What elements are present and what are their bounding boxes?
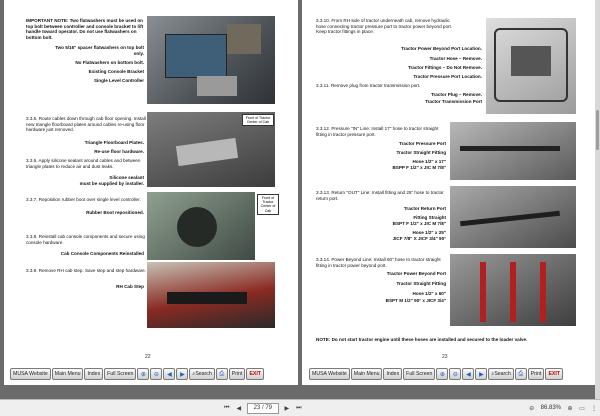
controller-photo xyxy=(147,16,275,104)
zoom-out-icon[interactable]: ⊖ xyxy=(449,368,462,380)
power-beyond-photo xyxy=(450,254,576,326)
document-page-22: IMPORTANT NOTE: Two flatwashers must be … xyxy=(4,0,298,385)
print-icon[interactable]: ⎙ xyxy=(215,368,228,380)
full-screen-button[interactable]: Full Screen xyxy=(403,368,436,380)
photo-label-center: Center of Cab xyxy=(246,120,270,125)
print-icon[interactable]: ⎙ xyxy=(514,368,527,380)
pressure-line-photo xyxy=(450,122,576,180)
boot-label-center: Center of Cab xyxy=(260,204,276,213)
callout-controller: Single Level Controller xyxy=(93,78,144,83)
callout-bspt: BSPT F 1/2" x JIC M 7/8" xyxy=(392,221,446,226)
zoom-out-icon[interactable]: ⊖ xyxy=(526,402,538,414)
callout-transmission-port: Tractor Transmission Port xyxy=(425,99,482,104)
page-number-field[interactable]: 23 / 79 xyxy=(246,402,279,414)
last-page-icon[interactable]: ⏭ xyxy=(293,402,305,414)
callout-hose-25: Hose 1/2" x 25" xyxy=(412,230,446,235)
floorboard-photo: Front of Tractor Center of Cab xyxy=(147,112,275,187)
safety-note: NOTE: Do not start tractor engine until … xyxy=(316,337,528,342)
step-3-3-14: 3.3.14. Power Beyond Line: Install 60" h… xyxy=(316,257,441,268)
viewer-toolbar: ⏮ ◀ 23 / 79 ▶ ⏭ ⊖ 86.83% ⊕ ▭ ⋮ xyxy=(0,399,600,416)
fit-page-icon[interactable]: ▭ xyxy=(576,402,588,414)
document-page-23: 3.3.10. From RH side of tractor undernea… xyxy=(302,0,596,385)
search-label: Search xyxy=(494,371,511,377)
callout-pressure-port: Tractor Pressure Port xyxy=(399,141,446,146)
left-navbar: MUSA Website Main Menu Index Full Screen… xyxy=(10,366,264,382)
important-note: IMPORTANT NOTE: Two flatwashers must be … xyxy=(26,18,144,40)
prev-page-icon[interactable]: ◀ xyxy=(233,402,245,414)
zoom-out-icon[interactable]: ⊖ xyxy=(150,368,163,380)
callout-pressure-location: Tractor Pressure Port Location. xyxy=(413,74,482,79)
step-3-3-10: 3.3.10. From RH side of tractor undernea… xyxy=(316,18,453,35)
zoom-in-icon[interactable]: ⊕ xyxy=(436,368,449,380)
more-options-icon[interactable]: ⋮ xyxy=(588,402,600,414)
callout-return-port: Tractor Return Port xyxy=(403,206,446,211)
step-3-3-12: 3.3.12. Pressure "IN" Line: Install 17" … xyxy=(316,126,439,137)
full-screen-button[interactable]: Full Screen xyxy=(104,368,137,380)
callout-power-beyond-port: Tractor Power Beyond Port xyxy=(386,271,446,276)
scrollbar-thumb[interactable] xyxy=(596,110,599,150)
step-3-3-5: 3.3.5. Route cables down through cab flo… xyxy=(26,116,146,133)
callout-tractor-plug: Tractor Plug – Remove. xyxy=(430,92,482,97)
next-page-icon[interactable]: ▶ xyxy=(176,368,189,380)
search-button[interactable]: ⌕ Search xyxy=(189,368,215,380)
step-3-3-7: 3.3.7. Reposition rubber boot over singl… xyxy=(26,197,141,202)
callout-no-flatwasher: No Flatwashers on bottom bolt. xyxy=(75,60,144,65)
callout-straight-fitting: Tractor Straight Fitting xyxy=(396,150,446,155)
exit-button[interactable]: EXIT xyxy=(246,368,264,380)
return-line-photo xyxy=(450,186,576,248)
cab-step-photo xyxy=(147,262,275,328)
search-button[interactable]: ⌕ Search xyxy=(488,368,514,380)
main-menu-button[interactable]: Main Menu xyxy=(350,368,383,380)
step-3-3-13: 3.3.13. Return "OUT" Line: Install fitti… xyxy=(316,190,444,201)
index-button[interactable]: Index xyxy=(383,368,403,380)
step-3-3-8: 3.3.8. Reinstall cab console components … xyxy=(26,234,145,245)
callout-triangle-plates: Triangle Floorboard Plates. xyxy=(84,140,144,145)
callout-pb-straight-fitting: Tractor Straight Fitting xyxy=(396,281,446,286)
exit-button[interactable]: EXIT xyxy=(545,368,563,380)
zoom-in-icon[interactable]: ⊕ xyxy=(137,368,150,380)
previous-page-icon[interactable]: ◀ xyxy=(163,368,176,380)
callout-bspt-m: BSPT M 1/2" 90° x JICF 3/4" xyxy=(385,298,446,303)
callout-hose-60: Hose 1/2" x 60" xyxy=(412,291,446,296)
zoom-level[interactable]: 86.83% xyxy=(541,405,561,411)
callout-bspp: BSPP F 1/2" x JIC M 7/8" xyxy=(392,165,446,170)
index-button[interactable]: Index xyxy=(84,368,104,380)
callout-tractor-fittings: Tractor Fittings – Do Not Remove. xyxy=(407,65,482,70)
callout-power-beyond-location: Tractor Power Beyond Port Location. xyxy=(401,46,482,51)
search-label: Search xyxy=(195,371,212,377)
callout-silicone: Silicone sealant xyxy=(109,175,144,180)
callout-cab-step: RH Cab Step xyxy=(116,284,144,289)
callout-console-reinstalled: Cab Console Components Reinstalled xyxy=(60,251,144,256)
underneath-cab-photo xyxy=(486,18,576,114)
first-page-icon[interactable]: ⏮ xyxy=(221,402,233,414)
musa-website-button[interactable]: MUSA Website xyxy=(10,368,51,380)
callout-fitting-straight: Fitting Straight xyxy=(413,215,446,220)
callout-rubber-boot: Rubber Boot repositioned. xyxy=(86,210,144,215)
callout-reuse-hardware: Re-use floor hardware. xyxy=(94,149,144,154)
next-page-icon[interactable]: ▶ xyxy=(281,402,293,414)
callout-console-bracket: Existing Console Bracket xyxy=(88,69,144,74)
callout-hose-17: Hose 1/2" x 17" xyxy=(412,159,446,164)
print-button[interactable]: Print xyxy=(228,368,246,380)
step-3-3-11: 3.3.11. Remove plug from tractor transmi… xyxy=(316,83,421,88)
vertical-scrollbar[interactable] xyxy=(595,0,600,399)
musa-website-button[interactable]: MUSA Website xyxy=(309,368,350,380)
callout-silicone-installer: must be supplied by installer. xyxy=(79,181,144,186)
step-3-3-6: 3.3.6. Apply silicone sealant around cab… xyxy=(26,158,141,169)
main-menu-button[interactable]: Main Menu xyxy=(51,368,84,380)
previous-page-icon[interactable]: ◀ xyxy=(462,368,475,380)
print-button[interactable]: Print xyxy=(527,368,545,380)
zoom-in-icon[interactable]: ⊕ xyxy=(564,402,576,414)
right-navbar: MUSA Website Main Menu Index Full Screen… xyxy=(309,366,563,382)
rubber-boot-photo xyxy=(147,192,255,260)
callout-spacer: Two 5/16" spacer flatwashers on top bolt… xyxy=(55,45,144,56)
page-number: 23 xyxy=(442,354,448,360)
callout-jicf: JICF 7/8" X JICF 3/4" 90° xyxy=(392,236,446,241)
page-number: 22 xyxy=(145,354,151,360)
step-3-3-9: 3.3.9. Remove RH cab step. Save step and… xyxy=(26,268,147,273)
boot-label-front: Front of Tractor xyxy=(261,196,275,205)
callout-tractor-hose: Tractor Hose – Remove. xyxy=(429,56,482,61)
next-page-icon[interactable]: ▶ xyxy=(475,368,488,380)
